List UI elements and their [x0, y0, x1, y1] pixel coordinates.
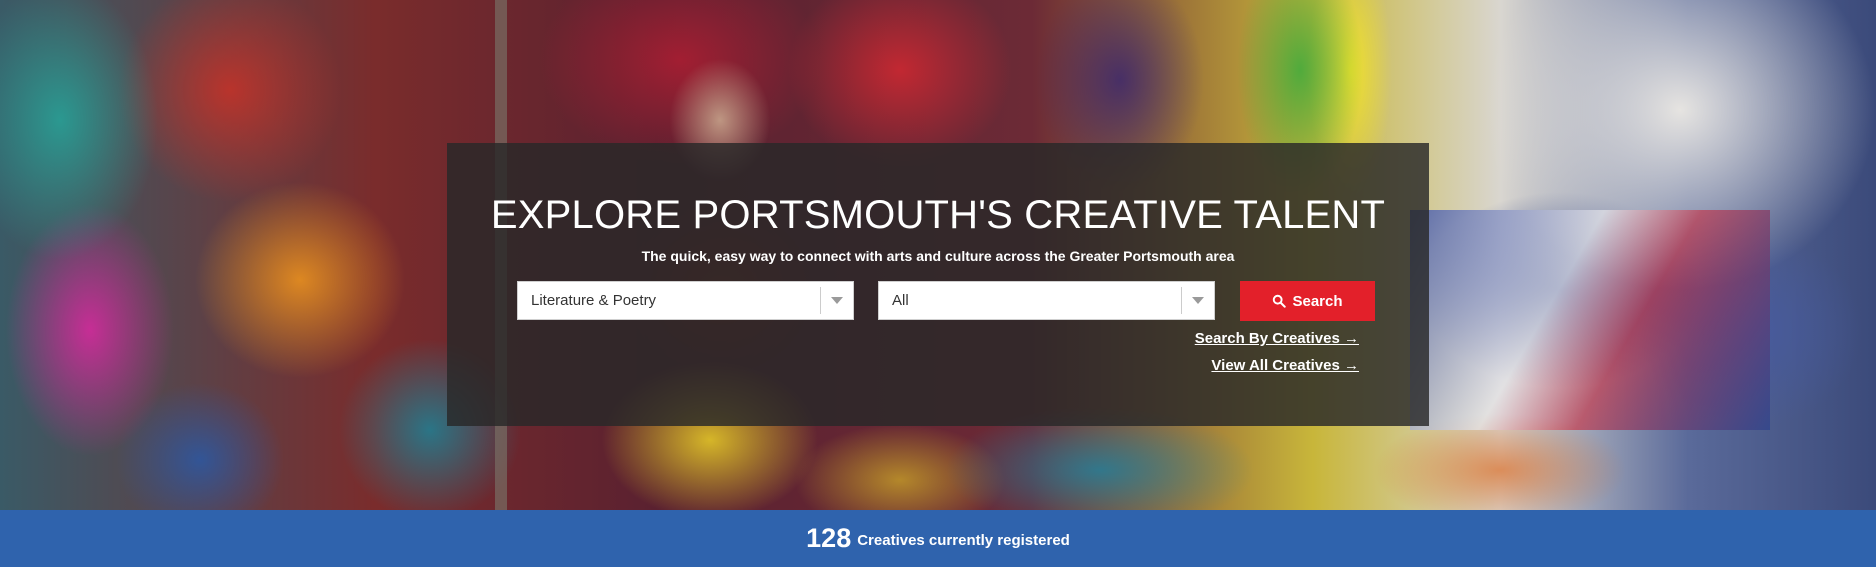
- search-button[interactable]: Search: [1240, 281, 1375, 321]
- category-select-value: Literature & Poetry: [531, 292, 657, 309]
- location-select-toggle[interactable]: [1181, 287, 1214, 314]
- creatives-count: 128: [806, 523, 852, 553]
- category-select[interactable]: Literature & Poetry: [517, 281, 854, 320]
- search-button-label: Search: [1292, 292, 1343, 310]
- search-panel: EXPLORE PORTSMOUTH'S CREATIVE TALENT The…: [447, 143, 1429, 426]
- location-select[interactable]: All: [878, 281, 1215, 320]
- stats-bar: 128 Creatives currently registered: [0, 510, 1876, 567]
- category-select-toggle[interactable]: [820, 287, 853, 314]
- chevron-down-icon: [831, 297, 843, 304]
- hero-subtitle: The quick, easy way to connect with arts…: [641, 248, 1235, 264]
- hero-background-image: EXPLORE PORTSMOUTH'S CREATIVE TALENT The…: [0, 0, 1876, 510]
- search-by-creatives-link[interactable]: Search By Creatives →: [1195, 330, 1359, 347]
- hero-title: EXPLORE PORTSMOUTH'S CREATIVE TALENT: [490, 193, 1386, 237]
- location-select-value: All: [892, 292, 909, 309]
- creatives-count-label: Creatives currently registered: [857, 532, 1070, 549]
- search-icon: [1273, 294, 1287, 308]
- painting-canvas: [1410, 210, 1770, 430]
- view-all-creatives-link[interactable]: View All Creatives →: [1211, 357, 1359, 374]
- chevron-down-icon: [1192, 297, 1204, 304]
